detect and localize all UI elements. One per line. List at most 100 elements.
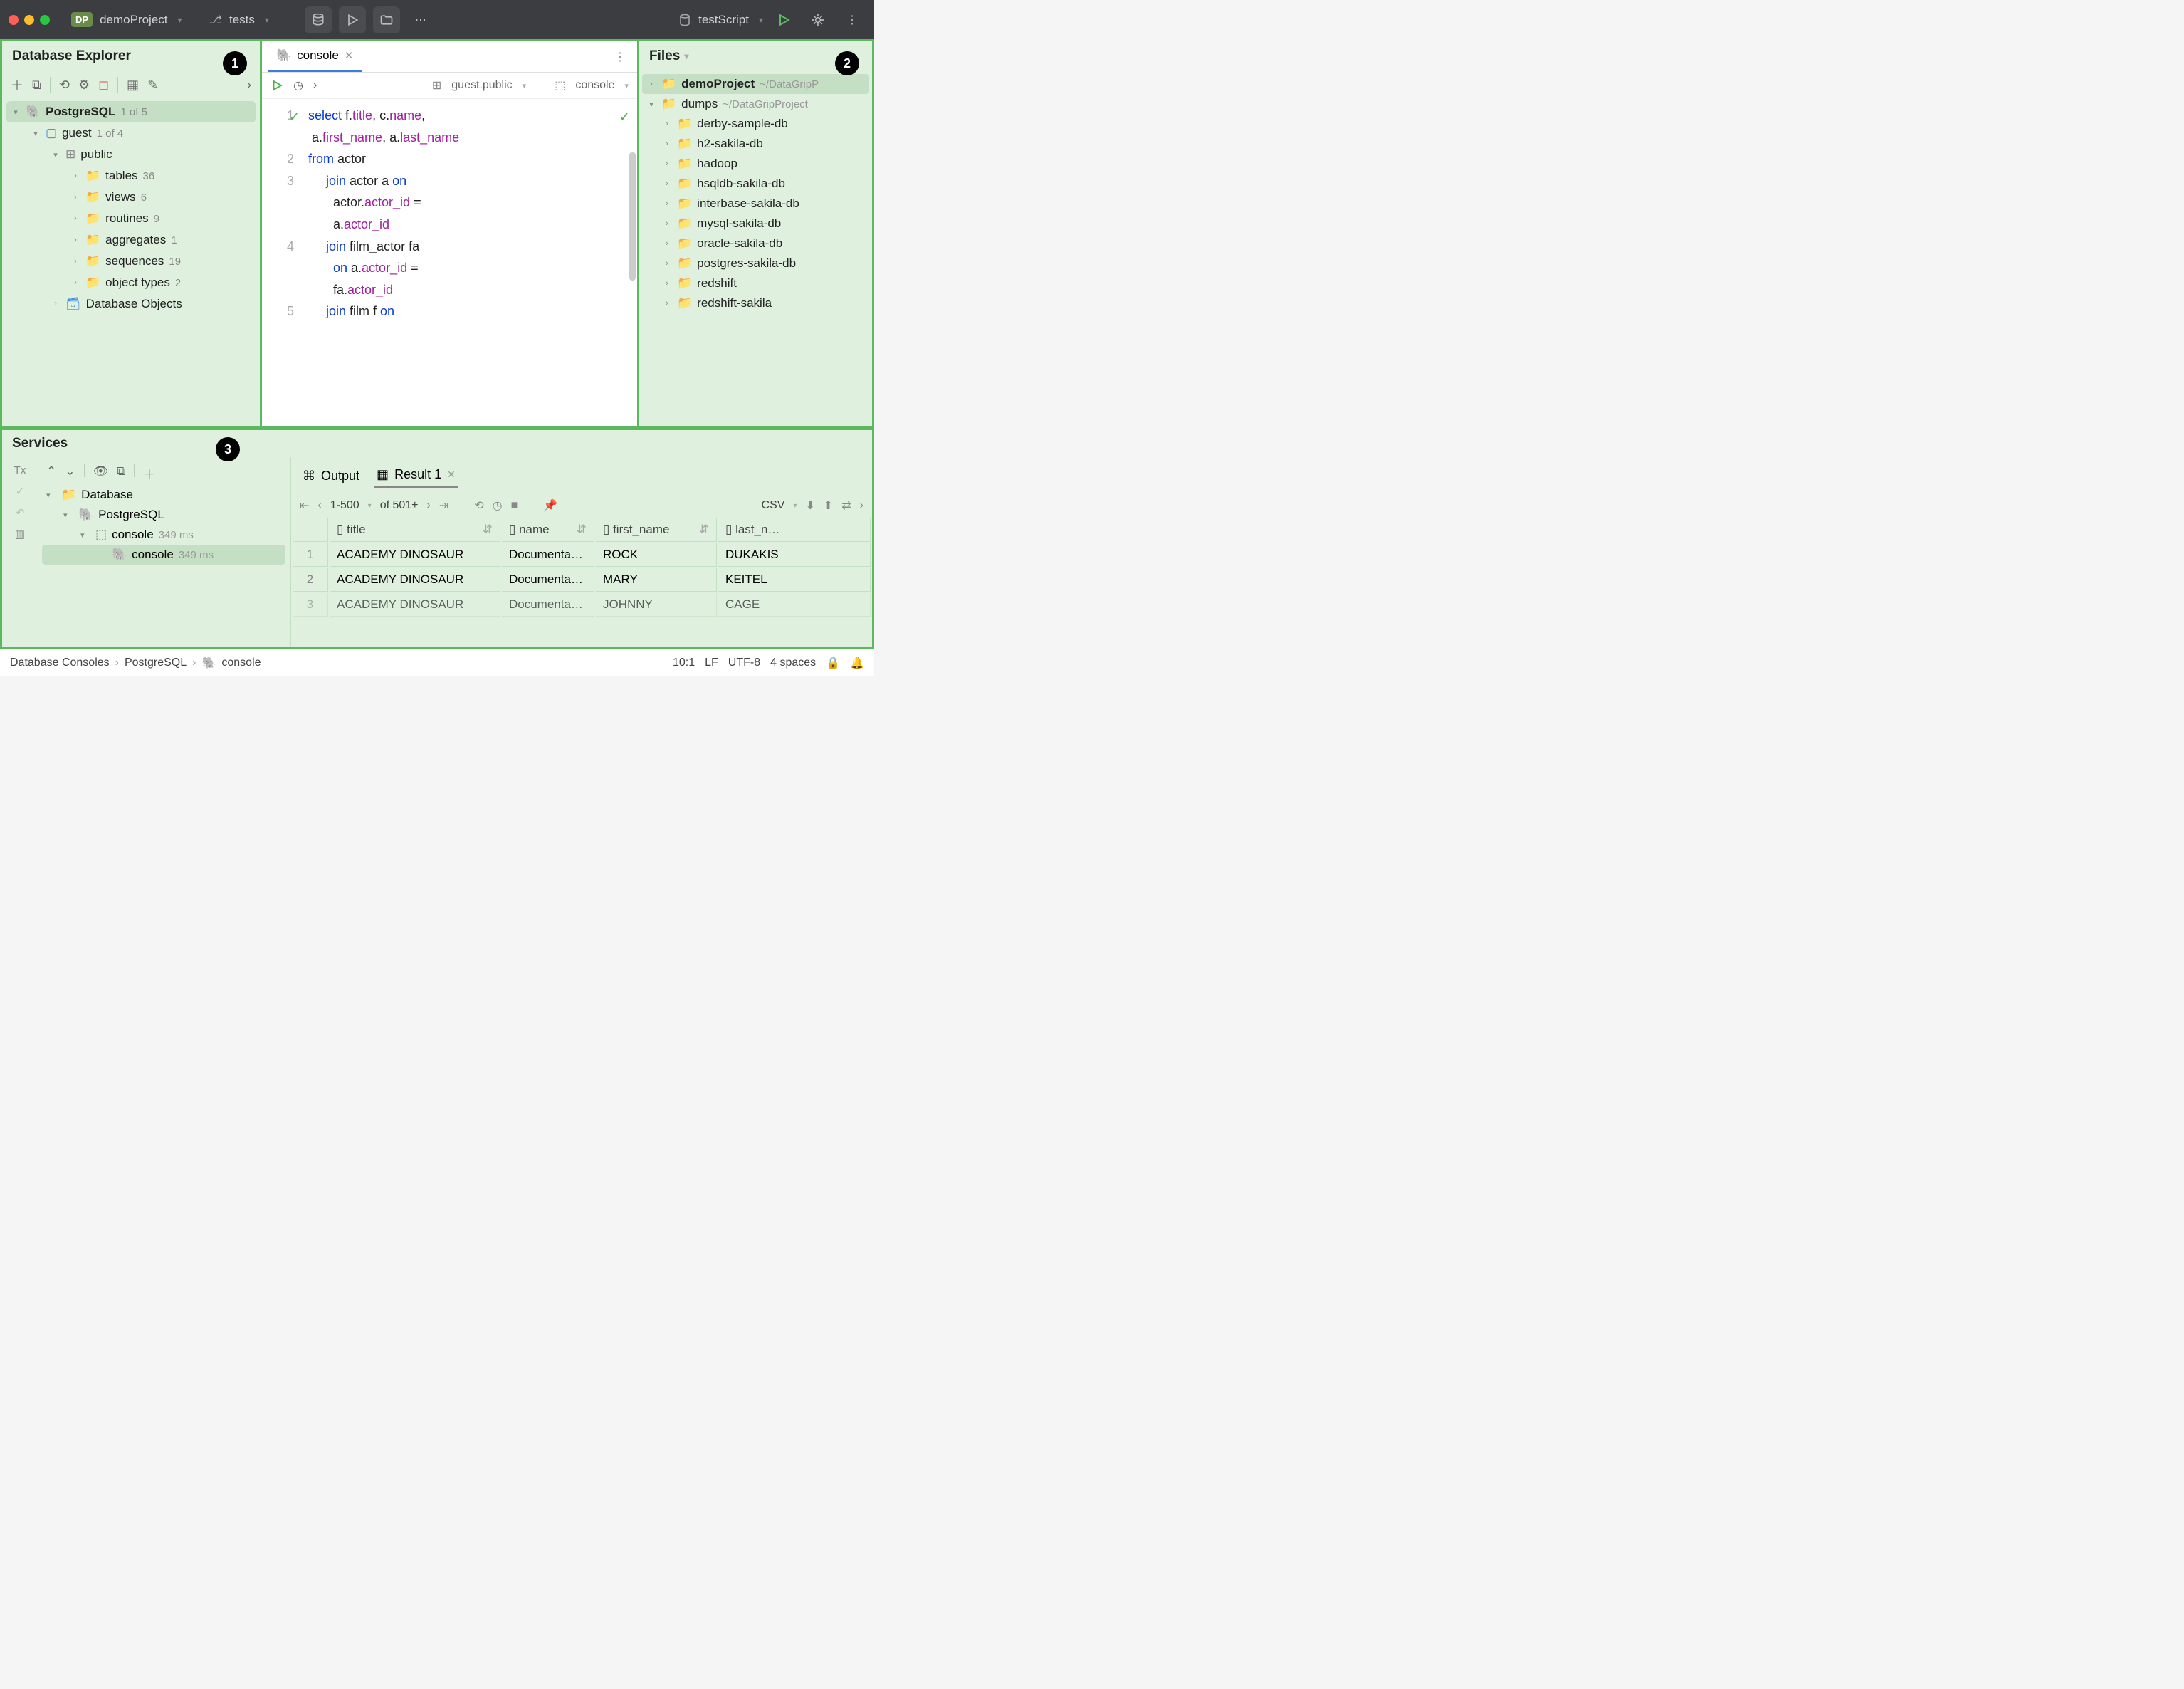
- chevron-right-icon[interactable]: ›: [247, 78, 251, 93]
- open-icon[interactable]: [373, 6, 400, 33]
- first-page-icon[interactable]: ⇤: [300, 498, 309, 513]
- services-tree-console[interactable]: 🐘console349 ms: [42, 545, 285, 565]
- new-window-icon[interactable]: ⧉: [117, 464, 125, 482]
- layout-icon[interactable]: ▥: [15, 528, 25, 540]
- copy-icon[interactable]: ⧉: [32, 78, 41, 93]
- close-icon[interactable]: ✕: [345, 49, 354, 62]
- line-ending[interactable]: LF: [705, 657, 718, 669]
- run-query-button[interactable]: [271, 79, 283, 92]
- refresh-icon[interactable]: ⟲: [474, 498, 483, 513]
- project-selector[interactable]: demoProject: [100, 13, 167, 27]
- services-tree-database[interactable]: ▾📁Database: [42, 485, 285, 505]
- compare-icon[interactable]: ⇄: [841, 498, 851, 513]
- files-dumps[interactable]: ▾ 📁 dumps ~/DataGripProject: [642, 94, 869, 114]
- tree-tables[interactable]: ›📁tables36: [6, 165, 256, 187]
- run-anything-icon[interactable]: [339, 6, 366, 33]
- history-icon[interactable]: ◷: [493, 498, 503, 513]
- zoom-window-icon[interactable]: [40, 15, 50, 25]
- files-item[interactable]: ›📁mysql-sakila-db: [642, 214, 869, 234]
- table-row[interactable]: 3ACADEMY DINOSAURDocumenta…JOHNNYCAGE: [293, 593, 871, 617]
- refresh-icon[interactable]: ⟲: [59, 78, 70, 93]
- tree-routines[interactable]: ›📁routines9: [6, 208, 256, 229]
- col-name[interactable]: ▯ name ⇵: [502, 518, 594, 542]
- services-tree-pg[interactable]: ▾🐘PostgreSQL: [42, 505, 285, 525]
- col-title[interactable]: ▯ title ⇵: [330, 518, 500, 542]
- editor-tab-console[interactable]: 🐘 console ✕: [268, 41, 362, 72]
- col-first-name[interactable]: ▯ first_name ⇵: [596, 518, 717, 542]
- tree-aggregates[interactable]: ›📁aggregates1: [6, 229, 256, 251]
- files-project-root[interactable]: › 📁 demoProject ~/DataGripP: [642, 74, 869, 94]
- page-range[interactable]: 1-500: [330, 499, 359, 512]
- tree-sequences[interactable]: ›📁sequences19: [6, 251, 256, 272]
- export-format[interactable]: CSV: [762, 499, 785, 512]
- gear-icon[interactable]: ⚙: [78, 78, 90, 93]
- tree-object-types[interactable]: ›📁object types2: [6, 272, 256, 293]
- files-item[interactable]: ›📁redshift: [642, 273, 869, 293]
- cursor-position[interactable]: 10:1: [673, 657, 695, 669]
- close-icon[interactable]: ✕: [447, 469, 456, 481]
- expand-icon[interactable]: ⌃: [46, 464, 56, 482]
- files-item[interactable]: ›📁postgres-sakila-db: [642, 253, 869, 273]
- table-row[interactable]: 1ACADEMY DINOSAURDocumenta…ROCKDUKAKIS: [293, 543, 871, 567]
- services-tree-console-group[interactable]: ▾⬚console349 ms: [42, 525, 285, 545]
- files-item[interactable]: ›📁interbase-sakila-db: [642, 194, 869, 214]
- stop-icon[interactable]: ◻: [98, 78, 109, 93]
- files-item[interactable]: ›📁h2-sakila-db: [642, 134, 869, 154]
- database-icon[interactable]: [305, 6, 332, 33]
- add-icon[interactable]: ＋: [143, 464, 155, 482]
- tree-database[interactable]: ▾ ▢ guest 1 of 4: [6, 122, 256, 144]
- run-config-selector[interactable]: testScript: [698, 13, 749, 27]
- kebab-menu-icon[interactable]: ⋮: [839, 6, 866, 33]
- chevron-right-icon[interactable]: ›: [313, 79, 317, 92]
- prev-page-icon[interactable]: ‹: [317, 499, 321, 512]
- chevron-down-icon[interactable]: ▾: [684, 51, 688, 61]
- collapse-icon[interactable]: ⌄: [65, 464, 75, 482]
- kebab-menu-icon[interactable]: ⋮: [609, 44, 631, 70]
- console-selector[interactable]: console: [575, 79, 614, 92]
- branch-selector[interactable]: tests: [229, 13, 255, 27]
- schema-selector[interactable]: guest.public: [451, 79, 512, 92]
- minimize-window-icon[interactable]: [24, 15, 34, 25]
- table-icon[interactable]: ▦: [127, 78, 139, 93]
- download-icon[interactable]: ⬇: [805, 498, 814, 513]
- scrollbar[interactable]: [629, 152, 636, 281]
- result-table[interactable]: ▯ title ⇵ ▯ name ⇵ ▯ first_name ⇵ ▯ last…: [291, 517, 872, 618]
- tab-result[interactable]: ▦Result 1✕: [374, 463, 458, 488]
- history-icon[interactable]: ◷: [293, 78, 303, 93]
- col-last-name[interactable]: ▯ last_n…: [718, 518, 871, 542]
- add-icon[interactable]: ＋: [11, 75, 23, 94]
- eye-icon[interactable]: 👁: [93, 464, 109, 482]
- files-item[interactable]: ›📁hsqldb-sakila-db: [642, 174, 869, 194]
- tree-db-objects[interactable]: ›🗃Database Objects: [6, 293, 256, 315]
- files-item[interactable]: ›📁oracle-sakila-db: [642, 234, 869, 253]
- bell-icon[interactable]: 🔔: [850, 656, 864, 670]
- run-button[interactable]: [770, 6, 797, 33]
- upload-icon[interactable]: ⬆: [824, 498, 833, 513]
- next-page-icon[interactable]: ›: [427, 499, 431, 512]
- code-editor[interactable]: 1 2 3 4 5 ✓ select f.title, c.name, a.fi…: [262, 99, 637, 426]
- encoding[interactable]: UTF-8: [728, 657, 760, 669]
- stop-icon[interactable]: ■: [511, 499, 518, 512]
- check-icon[interactable]: ✓: [16, 485, 25, 498]
- chevron-right-icon[interactable]: ›: [860, 499, 863, 512]
- more-icon[interactable]: ⋯: [407, 6, 434, 33]
- chevron-right-icon: ›: [70, 214, 80, 223]
- files-item[interactable]: ›📁redshift-sakila: [642, 293, 869, 313]
- files-item[interactable]: ›📁hadoop: [642, 154, 869, 174]
- debug-button[interactable]: [804, 6, 831, 33]
- tree-schema[interactable]: ▾ ⊞ public: [6, 144, 256, 165]
- edit-icon[interactable]: ✎: [147, 78, 158, 93]
- tree-datasource[interactable]: ▾ 🐘 PostgreSQL 1 of 5: [6, 101, 256, 122]
- close-window-icon[interactable]: [9, 15, 19, 25]
- tab-output[interactable]: ⌘Output: [300, 464, 362, 488]
- tx-label[interactable]: Tx: [14, 464, 26, 476]
- last-page-icon[interactable]: ⇥: [439, 498, 448, 513]
- table-row[interactable]: 2ACADEMY DINOSAURDocumenta…MARYKEITEL: [293, 568, 871, 592]
- indent[interactable]: 4 spaces: [770, 657, 816, 669]
- breadcrumb[interactable]: Database Consoles› PostgreSQL› 🐘 console: [10, 656, 261, 670]
- pin-icon[interactable]: 📌: [543, 498, 557, 513]
- lock-icon[interactable]: 🔒: [826, 656, 840, 670]
- files-item[interactable]: ›📁derby-sample-db: [642, 114, 869, 134]
- undo-icon[interactable]: ↶: [16, 506, 25, 519]
- tree-views[interactable]: ›📁views6: [6, 187, 256, 208]
